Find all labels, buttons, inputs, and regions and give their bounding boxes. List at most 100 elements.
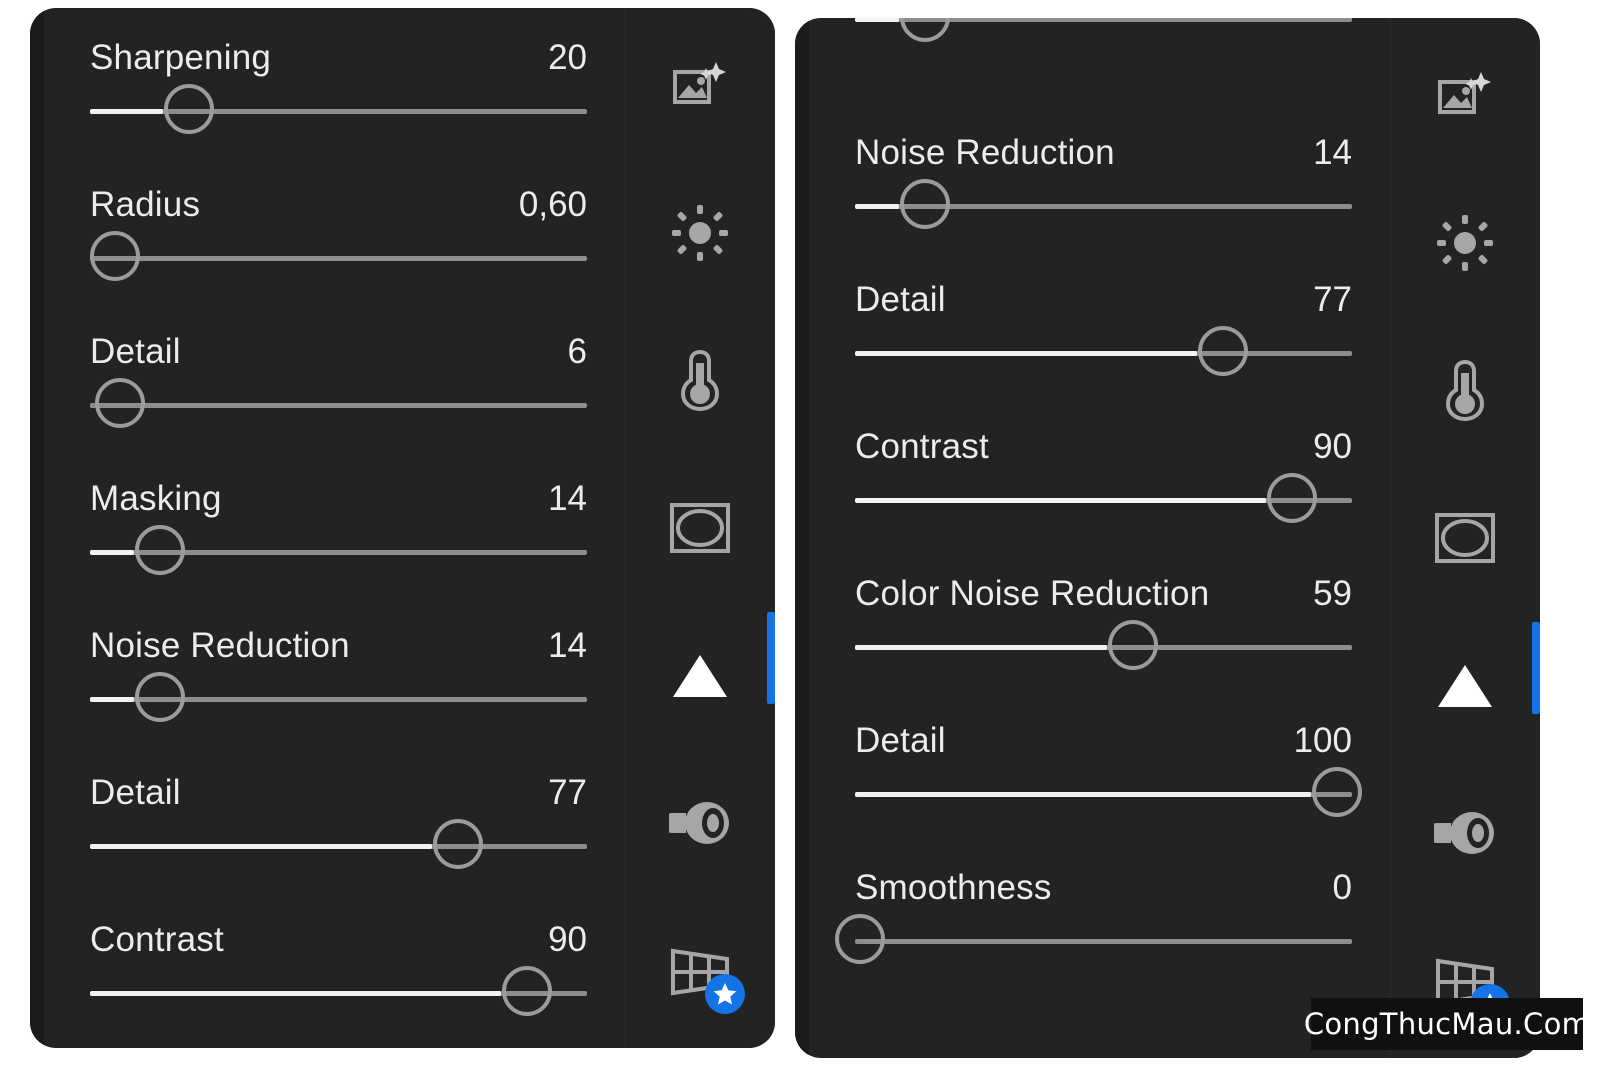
slider-knob[interactable] (899, 18, 950, 42)
slider-row[interactable]: Sharpening 20 (90, 8, 587, 155)
slider-label: Detail (855, 280, 946, 319)
tool-rail-right (1390, 18, 1540, 1058)
lens-icon[interactable] (1422, 790, 1508, 876)
slider-header: Detail 77 (855, 250, 1352, 320)
sharpening-slider-list: Sharpening 20 Radius 0,60 Detail 6 Masking 14 No… (30, 8, 625, 1048)
vignette-icon[interactable] (1422, 495, 1508, 581)
slider-knob[interactable] (164, 84, 215, 134)
slider-value: 59 (1313, 574, 1352, 613)
slider-value: 14 (548, 626, 587, 665)
slider-value: 6 (567, 332, 587, 371)
slider-header: Radius 0,60 (90, 155, 587, 225)
slider-label: Contrast (90, 920, 224, 959)
slider-label: Smoothness (855, 868, 1052, 907)
image-sparkle-icon[interactable] (1422, 52, 1508, 138)
slider-knob[interactable] (134, 525, 185, 575)
slider-control[interactable] (855, 767, 1363, 821)
slider-header: Detail 100 (855, 691, 1352, 761)
noise-reduction-panel: Noise Reduction 14 Detail 77 Contrast 90 Color… (795, 18, 1540, 1058)
thermometer-icon[interactable] (1422, 347, 1508, 433)
slider-knob[interactable] (899, 179, 950, 229)
slider-control[interactable] (90, 819, 587, 873)
slider-control[interactable] (855, 620, 1352, 674)
slider-knob[interactable] (94, 378, 145, 428)
sharpening-panel: Sharpening 20 Radius 0,60 Detail 6 Masking 14 No… (30, 8, 775, 1048)
slider-control[interactable] (90, 378, 587, 432)
slider-row[interactable]: Contrast 90 (855, 397, 1352, 544)
screenshot-stage: Sharpening 20 Radius 0,60 Detail 6 Masking 14 No… (0, 0, 1600, 1066)
slider-row[interactable]: Noise Reduction 14 (855, 103, 1352, 250)
sun-icon[interactable] (657, 190, 743, 276)
slider-row[interactable]: Smoothness 0 (834, 838, 1352, 985)
slider-row[interactable]: Detail 77 (855, 250, 1352, 397)
noise-reduction-slider-list: Noise Reduction 14 Detail 77 Contrast 90 Color… (795, 18, 1390, 1058)
watermark: CongThucMau.Com (1304, 998, 1590, 1050)
image-sparkle-icon[interactable] (657, 42, 743, 128)
slider-row[interactable]: Masking 14 (90, 449, 587, 596)
slider-control[interactable] (855, 326, 1352, 380)
slider-control[interactable] (89, 231, 587, 285)
slider-header: Masking 14 (90, 449, 587, 519)
slider-control[interactable] (855, 18, 1352, 46)
slider-label: Noise Reduction (90, 626, 350, 665)
perspective-grid-icon[interactable] (657, 928, 745, 1014)
slider-knob[interactable] (89, 231, 140, 281)
slider-control[interactable] (855, 473, 1352, 527)
thermometer-icon[interactable] (657, 337, 743, 423)
slider-value: 14 (1313, 133, 1352, 172)
slider-label: Noise Reduction (855, 133, 1115, 172)
lens-icon[interactable] (657, 780, 743, 866)
slider-knob[interactable] (834, 914, 885, 964)
slider-control[interactable] (834, 914, 1352, 968)
slider-knob[interactable] (1312, 767, 1363, 817)
slider-fill (855, 498, 1267, 503)
slider-row[interactable]: Detail 6 (90, 302, 587, 449)
slider-row[interactable]: Radius 0,60 (89, 155, 587, 302)
slider-knob[interactable] (1267, 473, 1318, 523)
slider-knob[interactable] (502, 966, 553, 1016)
slider-track[interactable] (90, 403, 587, 408)
slider-row[interactable]: Noise Reduction 14 (90, 596, 587, 743)
slider-header: Detail 77 (90, 743, 587, 813)
slider-track[interactable] (855, 939, 1352, 944)
slider-value: 0 (1332, 868, 1352, 907)
triangle-icon[interactable] (657, 633, 743, 719)
slider-nub (90, 550, 134, 555)
background-gap (1540, 0, 1600, 1066)
slider-knob[interactable] (134, 672, 185, 722)
slider-label: Color Noise Reduction (855, 574, 1210, 613)
triangle-icon[interactable] (1422, 643, 1508, 729)
slider-knob[interactable] (432, 819, 483, 869)
slider-value: 90 (548, 920, 587, 959)
slider-knob[interactable] (1108, 620, 1159, 670)
slider-row[interactable]: Contrast 90 (90, 890, 587, 1037)
slider-label: Detail (855, 721, 946, 760)
slider-control[interactable] (855, 179, 1352, 233)
slider-row[interactable] (855, 18, 1352, 103)
slider-control[interactable] (90, 672, 587, 726)
active-tool-indicator (1532, 622, 1540, 714)
vignette-icon[interactable] (657, 485, 743, 571)
slider-nub (90, 697, 134, 702)
active-tool-indicator (767, 612, 775, 704)
slider-fill (855, 792, 1312, 797)
slider-value: 14 (548, 479, 587, 518)
sun-icon[interactable] (1422, 200, 1508, 286)
slider-control[interactable] (90, 525, 587, 579)
slider-value: 77 (548, 773, 587, 812)
premium-star-badge (705, 973, 745, 1014)
slider-value: 100 (1293, 721, 1352, 760)
slider-track[interactable] (90, 256, 587, 261)
slider-row[interactable]: Detail 77 (90, 743, 587, 890)
slider-label: Masking (90, 479, 222, 518)
slider-control[interactable] (90, 84, 587, 138)
slider-label: Detail (90, 332, 181, 371)
slider-label: Contrast (855, 427, 989, 466)
slider-nub (90, 109, 164, 114)
slider-row[interactable]: Detail 100 (855, 691, 1363, 838)
slider-tail-nub (555, 991, 578, 996)
slider-control[interactable] (90, 966, 587, 1020)
slider-row[interactable]: Color Noise Reduction 59 (855, 544, 1352, 691)
slider-knob[interactable] (1197, 326, 1248, 376)
slider-header: Contrast 90 (855, 397, 1352, 467)
